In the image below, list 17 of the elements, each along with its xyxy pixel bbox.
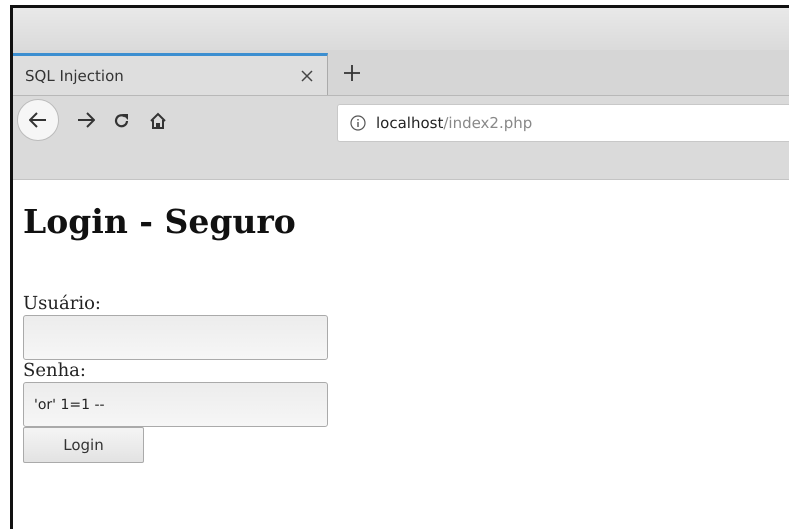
home-icon[interactable] — [149, 112, 167, 130]
browser-tab[interactable]: SQL Injection — [13, 53, 328, 95]
input-field[interactable]: 'or' 1=1 -- — [23, 382, 328, 427]
field-label: Usuário: — [23, 293, 101, 315]
url-text: localhost/index2.php — [376, 114, 532, 132]
address-bar[interactable]: localhost/index2.php — [337, 104, 789, 142]
forward-icon[interactable] — [77, 112, 95, 128]
reload-icon[interactable] — [113, 112, 131, 130]
close-icon[interactable] — [301, 70, 313, 82]
back-button[interactable] — [17, 99, 59, 141]
field-label: Senha: — [23, 360, 86, 382]
login-button[interactable]: Login — [23, 427, 144, 463]
page-heading: Login - Seguro — [23, 202, 297, 241]
back-arrow-icon[interactable] — [29, 112, 47, 128]
info-icon — [350, 115, 366, 131]
plus-icon[interactable] — [344, 64, 360, 80]
input-field[interactable] — [23, 315, 328, 360]
